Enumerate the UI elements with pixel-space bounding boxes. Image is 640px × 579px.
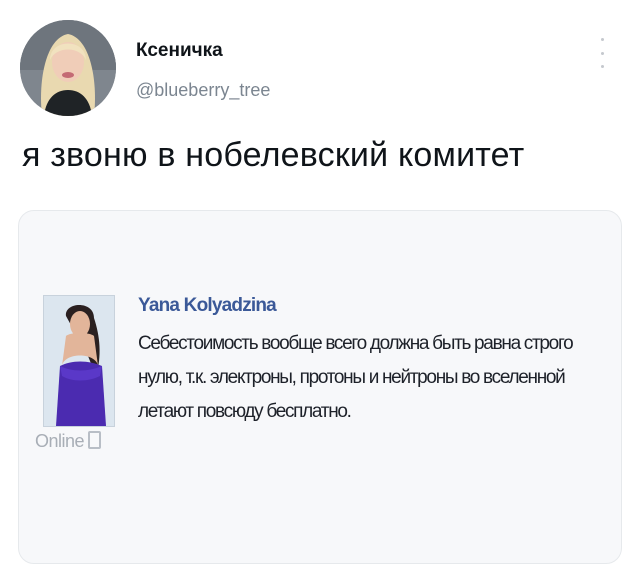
author-name[interactable]: Ксеничка	[136, 40, 223, 62]
post-text-line: летают повсюду бесплатно.	[138, 401, 352, 422]
post-text-line: Себестоимость вообще всего должна быть р…	[138, 333, 574, 354]
post-author-name: Yana Kolyadzina	[138, 295, 277, 316]
tweet-text: я звоню в нобелевский комитет	[22, 136, 525, 174]
online-status: Online	[35, 431, 102, 452]
avatar-photo	[20, 20, 116, 116]
author-handle[interactable]: @blueberry_tree	[136, 80, 270, 101]
post-text-line: нулю, т.к. электроны, протоны и нейтроны…	[138, 367, 566, 388]
online-status-label: Online	[35, 431, 85, 451]
post-author-photo	[43, 295, 115, 427]
mobile-phone-icon	[88, 431, 102, 449]
author-avatar[interactable]	[20, 20, 116, 116]
more-vertical-icon[interactable]	[596, 38, 608, 68]
embedded-facebook-post: Online Yana Kolyadzina Себестоимость воо…	[33, 283, 621, 483]
post-author-photo-image	[44, 296, 114, 426]
tweet-image[interactable]: Online Yana Kolyadzina Себестоимость воо…	[18, 210, 622, 564]
